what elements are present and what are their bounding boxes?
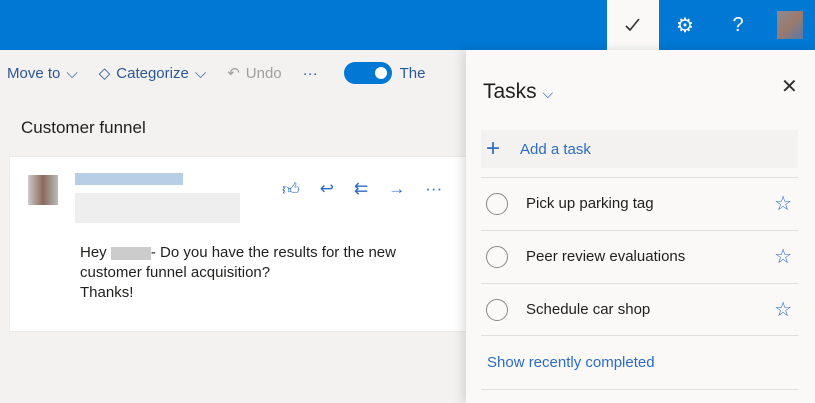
help-icon: ? bbox=[732, 13, 744, 36]
top-bar: ⚙ ? bbox=[0, 0, 815, 50]
move-to-button[interactable]: Move to ⌵ bbox=[7, 65, 78, 82]
message-subject: Customer funnel bbox=[21, 118, 146, 137]
body-text: Thanks! bbox=[80, 284, 134, 301]
help-button[interactable]: ? bbox=[713, 0, 763, 50]
reading-pane: Customer funnel 👍︎ ↩ ⇇ → ··· Hey - Do yo… bbox=[0, 96, 479, 403]
like-icon[interactable]: 👍︎ bbox=[282, 179, 300, 200]
body-text: customer funnel acquisition? bbox=[80, 264, 271, 281]
task-label: Pick up parking tag bbox=[526, 195, 654, 212]
plus-icon: + bbox=[486, 135, 501, 162]
task-item[interactable]: Schedule car shop ☆ bbox=[481, 283, 798, 335]
recipients-redacted bbox=[75, 193, 240, 223]
add-task-label: Add a task bbox=[520, 140, 591, 158]
categorize-label: Categorize bbox=[116, 64, 189, 82]
avatar[interactable] bbox=[777, 11, 803, 39]
settings-button[interactable]: ⚙ bbox=[660, 0, 710, 50]
star-icon[interactable]: ☆ bbox=[774, 191, 792, 216]
tasks-title-label: Tasks bbox=[483, 80, 537, 103]
more-button[interactable]: ··· bbox=[303, 65, 318, 82]
gear-icon: ⚙ bbox=[676, 14, 694, 37]
close-icon[interactable]: ✕ bbox=[781, 74, 798, 99]
undo-icon: ↶ bbox=[227, 65, 240, 82]
sender-avatar bbox=[28, 175, 58, 205]
tag-icon: ◇ bbox=[98, 65, 111, 82]
task-label: Peer review evaluations bbox=[526, 248, 686, 265]
chevron-down-icon: ⌵ bbox=[194, 64, 207, 82]
todo-button[interactable] bbox=[607, 0, 659, 50]
chevron-down-icon: ⌵ bbox=[66, 64, 78, 82]
redacted-name bbox=[110, 246, 151, 260]
complete-checkbox[interactable] bbox=[486, 245, 508, 268]
task-label: Schedule car shop bbox=[526, 301, 651, 318]
complete-checkbox[interactable] bbox=[486, 298, 508, 321]
tasks-panel: Tasks ⌵ ✕ + Add a task Pick up parking ta… bbox=[466, 50, 815, 403]
more-actions-icon[interactable]: ··· bbox=[425, 179, 442, 200]
complete-checkbox[interactable] bbox=[486, 192, 508, 215]
theme-toggle[interactable] bbox=[343, 62, 392, 84]
chevron-down-icon: ⌵ bbox=[542, 85, 554, 101]
body-text: Hey bbox=[80, 244, 107, 261]
reply-icon[interactable]: ↩ bbox=[320, 179, 334, 200]
sender-name-redacted bbox=[75, 173, 183, 185]
command-bar: Move to ⌵ ◇ Categorize ⌵ ↶ Undo ··· The bbox=[0, 50, 470, 96]
body-text: - Do you have the results for the new bbox=[150, 244, 396, 261]
star-icon[interactable]: ☆ bbox=[774, 297, 792, 322]
star-icon[interactable]: ☆ bbox=[774, 244, 792, 269]
forward-icon[interactable]: → bbox=[388, 179, 405, 200]
task-item[interactable]: Peer review evaluations ☆ bbox=[481, 230, 798, 282]
undo-button[interactable]: ↶ Undo bbox=[227, 64, 282, 83]
tasks-title[interactable]: Tasks ⌵ bbox=[483, 80, 553, 104]
undo-label: Undo bbox=[245, 64, 282, 82]
toggle-label: The bbox=[399, 64, 426, 82]
add-task-button[interactable]: + Add a task bbox=[481, 130, 798, 168]
reply-all-icon[interactable]: ⇇ bbox=[354, 179, 368, 200]
categorize-button[interactable]: ◇ Categorize ⌵ bbox=[98, 64, 207, 83]
todo-check-icon bbox=[625, 18, 640, 32]
message-card: 👍︎ ↩ ⇇ → ··· Hey - Do you have the resul… bbox=[9, 156, 479, 332]
task-item[interactable]: Pick up parking tag ☆ bbox=[481, 177, 798, 229]
show-completed-link[interactable]: Show recently completed bbox=[481, 335, 798, 390]
message-body: Hey - Do you have the results for the ne… bbox=[80, 243, 396, 303]
move-to-label: Move to bbox=[7, 64, 61, 82]
